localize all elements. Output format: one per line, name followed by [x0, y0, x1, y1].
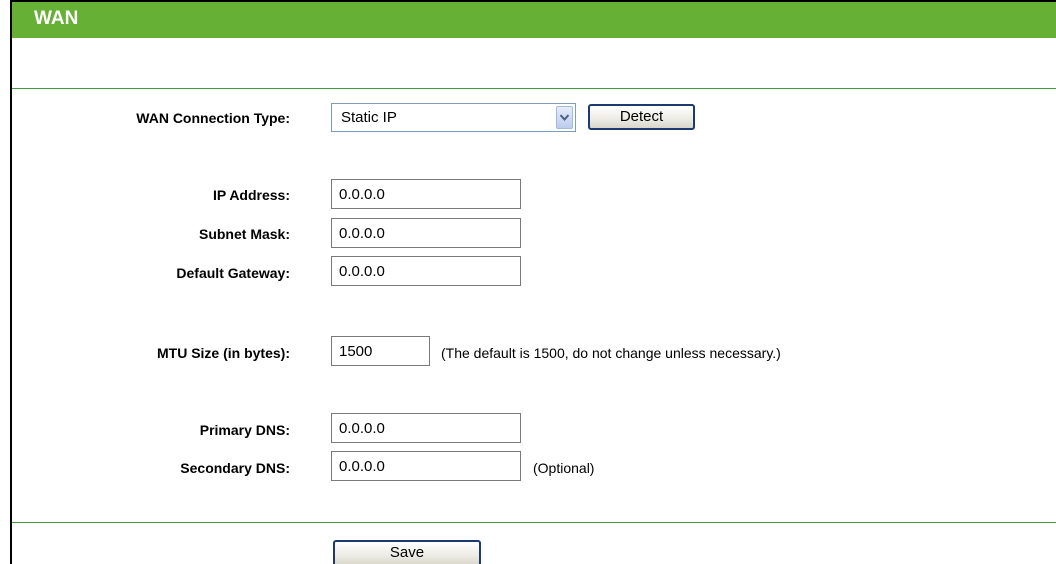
default-gateway-label: Default Gateway: [176, 265, 290, 281]
mtu-size-label: MTU Size (in bytes): [156, 345, 290, 361]
primary-dns-input[interactable] [331, 413, 521, 443]
secondary-dns-input[interactable] [331, 451, 521, 481]
subnet-mask-input[interactable] [331, 218, 521, 248]
page-title: WAN [12, 2, 1056, 38]
secondary-dns-optional-note: (Optional) [533, 460, 595, 476]
save-button[interactable]: Save [333, 540, 481, 564]
default-gateway-input[interactable] [331, 256, 521, 286]
wan-connection-type-label: WAN Connection Type: [136, 110, 290, 126]
divider-top [12, 88, 1056, 89]
secondary-dns-label: Secondary DNS: [180, 460, 290, 476]
wan-settings-page: WAN WAN Connection Type: Static IP Detec… [0, 0, 1056, 564]
wan-connection-type-select[interactable]: Static IP [331, 103, 576, 132]
divider-bottom [12, 522, 1056, 523]
ip-address-input[interactable] [331, 179, 521, 209]
chevron-down-icon[interactable] [556, 106, 573, 129]
subnet-mask-label: Subnet Mask: [198, 226, 290, 242]
detect-button[interactable]: Detect [588, 104, 695, 130]
mtu-size-hint: (The default is 1500, do not change unle… [441, 345, 781, 361]
ip-address-label: IP Address: [212, 187, 290, 203]
mtu-size-input[interactable] [331, 336, 430, 366]
primary-dns-label: Primary DNS: [199, 422, 290, 438]
wan-connection-type-value: Static IP [341, 109, 397, 126]
frame-border-left [10, 0, 12, 564]
